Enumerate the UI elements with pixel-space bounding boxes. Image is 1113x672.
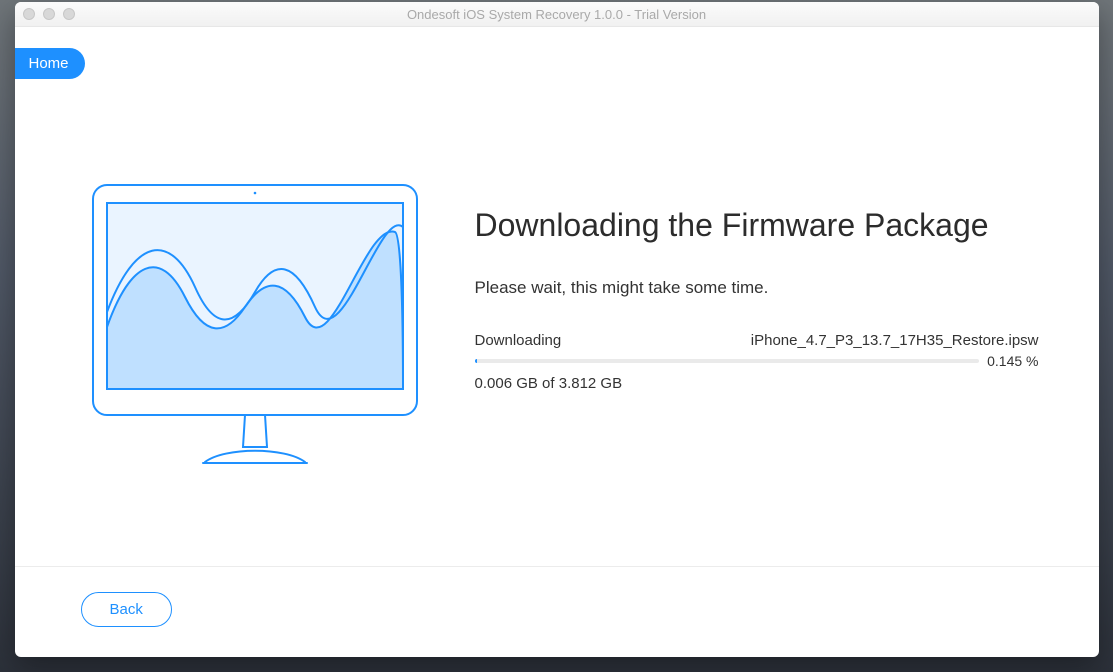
content-area: Downloading the Firmware Package Please … <box>15 27 1099 477</box>
minimize-dot[interactable] <box>43 8 55 20</box>
imac-icon <box>85 177 425 477</box>
back-button[interactable]: Back <box>81 592 172 627</box>
footer-divider <box>15 566 1099 567</box>
window-controls <box>23 8 75 20</box>
titlebar: Ondesoft iOS System Recovery 1.0.0 - Tri… <box>15 2 1099 27</box>
zoom-dot[interactable] <box>63 8 75 20</box>
window-title: Ondesoft iOS System Recovery 1.0.0 - Tri… <box>15 7 1099 22</box>
progress-bar <box>475 359 980 363</box>
progress-wrap: 0.145 % <box>475 353 1039 369</box>
download-amount: 0.006 GB of 3.812 GB <box>475 375 1039 392</box>
download-filename: iPhone_4.7_P3_13.7_17H35_Restore.ipsw <box>751 332 1039 349</box>
download-row: Downloading iPhone_4.7_P3_13.7_17H35_Res… <box>475 332 1039 349</box>
back-label: Back <box>110 601 143 618</box>
illustration <box>75 177 435 477</box>
home-label: Home <box>29 55 69 72</box>
close-dot[interactable] <box>23 8 35 20</box>
download-label: Downloading <box>475 332 562 349</box>
page-heading: Downloading the Firmware Package <box>475 207 1039 244</box>
home-button[interactable]: Home <box>15 48 85 79</box>
page-subheading: Please wait, this might take some time. <box>475 278 1039 298</box>
progress-percent: 0.145 % <box>987 353 1038 369</box>
download-panel: Downloading the Firmware Package Please … <box>475 177 1039 392</box>
app-window: Ondesoft iOS System Recovery 1.0.0 - Tri… <box>15 2 1099 657</box>
progress-bar-fill <box>475 359 478 363</box>
